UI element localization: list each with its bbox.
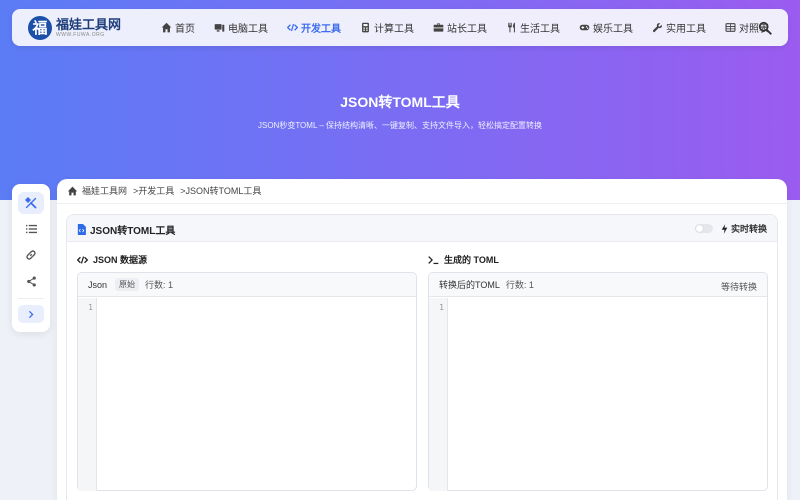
output-pane-label-text: 生成的 TOML xyxy=(444,255,499,265)
code-icon xyxy=(77,255,88,264)
tool-title: JSON转TOML工具 xyxy=(77,222,175,237)
json-editor-title: Json xyxy=(88,279,108,290)
list-icon xyxy=(25,224,37,234)
nav-label: 站长工具 xyxy=(447,24,487,35)
page-subtitle: JSON秒变TOML – 保持结构清晰、一键复制、支持文件导入，轻松搞定配置转换 xyxy=(257,121,542,130)
table-icon xyxy=(725,23,736,32)
bolt-icon xyxy=(721,223,728,234)
tool-panel: JSON转TOML工具 实时转换 JSON 数据源 生成的 TOML Json … xyxy=(66,214,778,500)
site-logo[interactable]: 福 福娃工具网 WWW.FUWA.ORG xyxy=(28,15,123,40)
toml-editor-header: 转换后的TOML 行数: 1 等待转换 xyxy=(429,273,767,297)
nav-item-utility-tools[interactable]: 实用工具 xyxy=(652,20,706,35)
nav-item-life-tools[interactable]: 生活工具 xyxy=(506,20,560,35)
tool-header: JSON转TOML工具 实时转换 xyxy=(67,215,777,242)
nav-label: 计算工具 xyxy=(374,24,414,35)
breadcrumb-divider xyxy=(57,203,787,204)
sidebar-share-button[interactable] xyxy=(18,270,44,292)
main-content: 福娃工具网 >开发工具 >JSON转TOML工具 JSON转TOML工具 实时转… xyxy=(57,179,787,500)
nav-label: 娱乐工具 xyxy=(593,24,633,35)
sidebar-expand-button[interactable] xyxy=(18,305,44,323)
calculator-icon xyxy=(362,22,369,33)
json-input-editor: Json 原始 行数: 1 1 xyxy=(77,272,417,491)
realtime-switch[interactable] xyxy=(694,224,713,233)
breadcrumb-category[interactable]: >开发工具 xyxy=(133,184,174,197)
nav-label: 开发工具 xyxy=(301,24,341,35)
nav-item-dev-tools[interactable]: 开发工具 xyxy=(287,20,341,35)
line-number: 1 xyxy=(439,303,444,312)
link-icon xyxy=(26,250,36,260)
gamepad-icon xyxy=(579,24,590,31)
computer-icon xyxy=(214,24,225,32)
home-icon xyxy=(67,186,78,195)
tools-icon xyxy=(25,197,37,209)
output-pane-label: 生成的 TOML xyxy=(428,253,499,266)
json-line-gutter: 1 xyxy=(78,298,97,491)
nav-label: 生活工具 xyxy=(520,24,560,35)
chevron-right-icon xyxy=(28,310,34,318)
toml-output-editor: 转换后的TOML 行数: 1 等待转换 1 xyxy=(428,272,768,491)
sidebar-link-button[interactable] xyxy=(18,244,44,266)
toml-line-count: 行数: 1 xyxy=(505,280,534,290)
input-pane-label-text: JSON 数据源 xyxy=(93,255,148,265)
nav-item-calc-tools[interactable]: 计算工具 xyxy=(360,20,414,35)
utensils-icon xyxy=(508,22,515,33)
nav-item-home[interactable]: 首页 xyxy=(161,20,195,35)
conversion-status: 等待转换 xyxy=(720,282,757,292)
nav-label: 首页 xyxy=(175,24,195,35)
share-icon xyxy=(26,275,36,287)
sidebar-divider xyxy=(18,298,44,299)
main-nav: 首页 电脑工具 开发工具 计算工具 站长工具 生活工具 娱乐工具 实用工具 对照… xyxy=(161,20,788,35)
breadcrumb: 福娃工具网 >开发工具 >JSON转TOML工具 xyxy=(67,184,267,197)
realtime-label: 实时转换 xyxy=(730,224,767,234)
sidebar-list-button[interactable] xyxy=(18,218,44,240)
nav-label: 实用工具 xyxy=(666,24,706,35)
nav-item-computer-tools[interactable]: 电脑工具 xyxy=(214,20,268,35)
toolbox-icon xyxy=(433,23,444,32)
terminal-icon xyxy=(428,255,439,264)
site-name: 福娃工具网 xyxy=(56,16,122,32)
json-line-count: 行数: 1 xyxy=(145,280,174,290)
line-number: 1 xyxy=(88,303,93,312)
wrench-icon xyxy=(652,23,662,33)
json-input-area[interactable] xyxy=(98,298,416,491)
breadcrumb-home[interactable]: 福娃工具网 xyxy=(82,184,127,197)
realtime-toggle: 实时转换 xyxy=(694,222,767,235)
raw-badge: 原始 xyxy=(115,278,140,291)
breadcrumb-current: >JSON转TOML工具 xyxy=(180,186,262,196)
site-domain: WWW.FUWA.ORG xyxy=(56,31,105,38)
toml-editor-title: 转换后的TOML xyxy=(439,280,500,290)
nav-item-fun-tools[interactable]: 娱乐工具 xyxy=(579,20,633,35)
page-title: JSON转TOML工具 xyxy=(340,94,460,110)
search-icon[interactable] xyxy=(758,21,772,35)
nav-item-webmaster-tools[interactable]: 站长工具 xyxy=(433,20,487,35)
logo-mark: 福 xyxy=(28,15,52,40)
file-code-icon xyxy=(77,224,86,235)
json-editor-header: Json 原始 行数: 1 xyxy=(78,273,416,297)
toml-line-gutter: 1 xyxy=(429,298,448,491)
home-icon xyxy=(161,22,172,33)
sidebar-tools-button[interactable] xyxy=(18,192,44,214)
floating-sidebar xyxy=(12,184,50,332)
tool-title-text: JSON转TOML工具 xyxy=(90,226,176,237)
code-icon xyxy=(287,23,298,32)
input-pane-label: JSON 数据源 xyxy=(77,253,147,266)
top-navbar: 福 福娃工具网 WWW.FUWA.ORG 首页 电脑工具 开发工具 计算工具 站… xyxy=(12,9,788,46)
toml-output-area[interactable] xyxy=(449,298,767,491)
nav-label: 电脑工具 xyxy=(228,24,268,35)
